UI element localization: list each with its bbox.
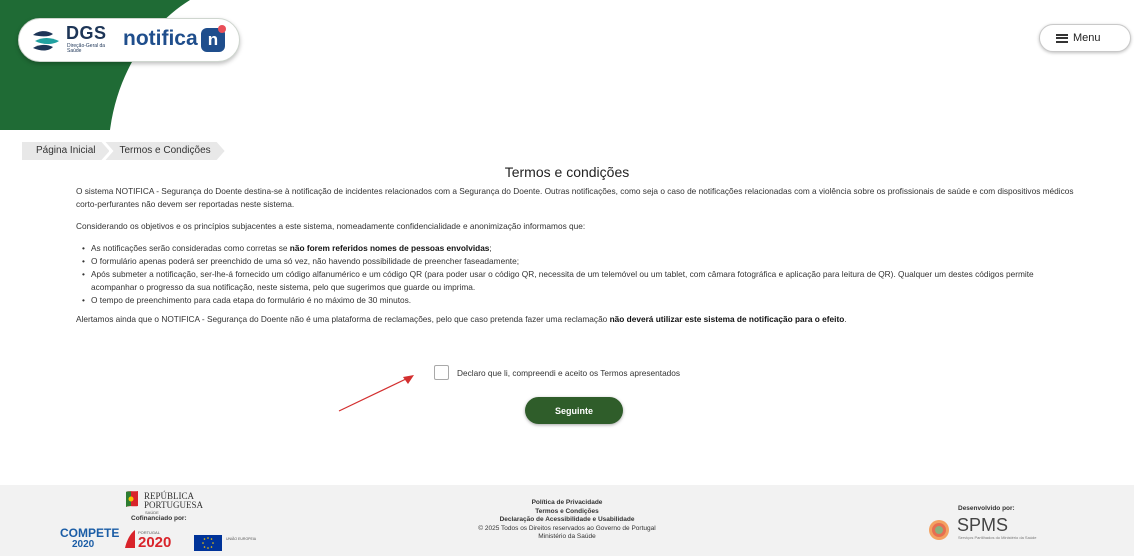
considering-paragraph: Considerando os objetivos e os princípio…: [76, 221, 586, 231]
accept-terms-label[interactable]: Declaro que li, compreendi e aceito os T…: [457, 368, 680, 378]
notifica-logo-text: notifica: [123, 27, 198, 50]
footer: REPÚBLICA PORTUGUESA SAÚDE Cofinanciado …: [0, 485, 1134, 556]
bullet-bold-text: não forem referidos nomes de pessoas env…: [289, 243, 490, 253]
breadcrumb-home[interactable]: Página Inicial: [22, 142, 109, 160]
warning-text: Alertamos ainda que o NOTIFICA - Seguran…: [76, 314, 610, 324]
dgs-logo-subtitle: Direção-Geral da Saúde: [67, 43, 106, 54]
terms-content: O sistema NOTIFICA - Segurança do Doente…: [76, 185, 1081, 335]
dgs-logo-icon: [33, 31, 59, 51]
terms-agreement: Declaro que li, compreendi e aceito os T…: [434, 365, 680, 380]
list-item: Após submeter a notificação, ser-lhe-á f…: [82, 268, 1081, 294]
accept-terms-checkbox[interactable]: [434, 365, 449, 380]
dgs-logo-text: DGS: [66, 23, 107, 43]
list-item: As notificações serão consideradas como …: [82, 242, 1081, 255]
bullet-text: ;: [489, 243, 492, 253]
warning-bold-text: não deverá utilizar este sistema de noti…: [609, 314, 845, 324]
page-title: Termos e condições: [504, 164, 630, 180]
menu-button[interactable]: Menu: [1039, 24, 1131, 52]
developed-by-label: Desenvolvido por:: [958, 505, 1015, 512]
terms-list: As notificações serão consideradas como …: [82, 242, 1081, 307]
logo-link[interactable]: DGS Direção-Geral da Saúde notifica n: [18, 18, 240, 62]
breadcrumb: Página Inicial Termos e Condições: [22, 142, 221, 160]
intro-paragraph: O sistema NOTIFICA - Segurança do Doente…: [76, 186, 1074, 209]
red-arrow-annotation-icon: [338, 375, 414, 412]
list-item: O tempo de preenchimento para cada etapa…: [82, 294, 1081, 307]
warning-text: .: [844, 314, 847, 324]
menu-label: Menu: [1073, 32, 1101, 44]
hamburger-icon: [1056, 33, 1068, 43]
spms-logo-icon: [929, 520, 949, 540]
list-item: O formulário apenas poderá ser preenchid…: [82, 255, 1081, 268]
spms-subtitle: Serviços Partilhados do Ministério da Sa…: [958, 535, 1037, 540]
bullet-text: As notificações serão consideradas como …: [91, 243, 290, 253]
header-hero: DGS Direção-Geral da Saúde notifica n Me…: [0, 0, 1134, 130]
warning-paragraph: Alertamos ainda que o NOTIFICA - Seguran…: [76, 313, 1081, 326]
spms-logo-text[interactable]: SPMS: [957, 515, 1008, 536]
breadcrumb-terms[interactable]: Termos e Condições: [105, 142, 224, 160]
notifica-dot-icon: [218, 25, 226, 33]
next-button[interactable]: Seguinte: [525, 397, 623, 424]
